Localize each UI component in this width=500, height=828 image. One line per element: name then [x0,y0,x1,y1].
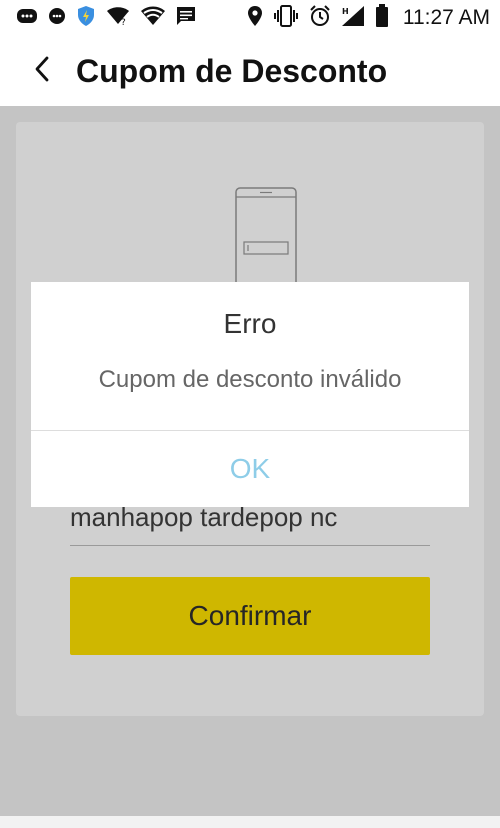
location-icon [247,5,263,31]
shield-icon [76,5,96,31]
svg-text:H: H [342,7,349,16]
back-arrow-icon [32,56,52,86]
dialog-title: Erro [223,308,277,339]
chat-icon [48,7,66,29]
wifi-icon [140,6,166,30]
status-bar-left: ? [16,5,196,31]
app-bar: Cupom de Desconto [0,36,500,106]
vibrate-icon [273,5,299,31]
back-button[interactable] [22,51,62,91]
signal-icon: H [341,5,365,31]
status-bar-right: H 11:27 AM [247,4,490,32]
phone-illustration [234,186,298,296]
svg-text:?: ? [121,18,126,26]
error-dialog: Erro Cupom de desconto inválido OK [31,282,469,507]
wifi-question-icon: ? [106,6,130,30]
message-icon [176,6,196,30]
input-underline [70,545,430,546]
ok-button[interactable]: OK [31,431,469,507]
status-bar: ? H 11:27 AM [0,0,500,36]
bottom-strip [0,816,500,828]
messenger-icon [16,7,38,29]
alarm-icon [309,5,331,31]
confirm-button[interactable]: Confirmar [70,577,430,655]
dialog-message: Cupom de desconto inválido [98,366,402,393]
battery-icon [375,4,389,32]
status-time: 11:27 AM [402,6,490,29]
page-title: Cupom de Desconto [76,52,388,89]
